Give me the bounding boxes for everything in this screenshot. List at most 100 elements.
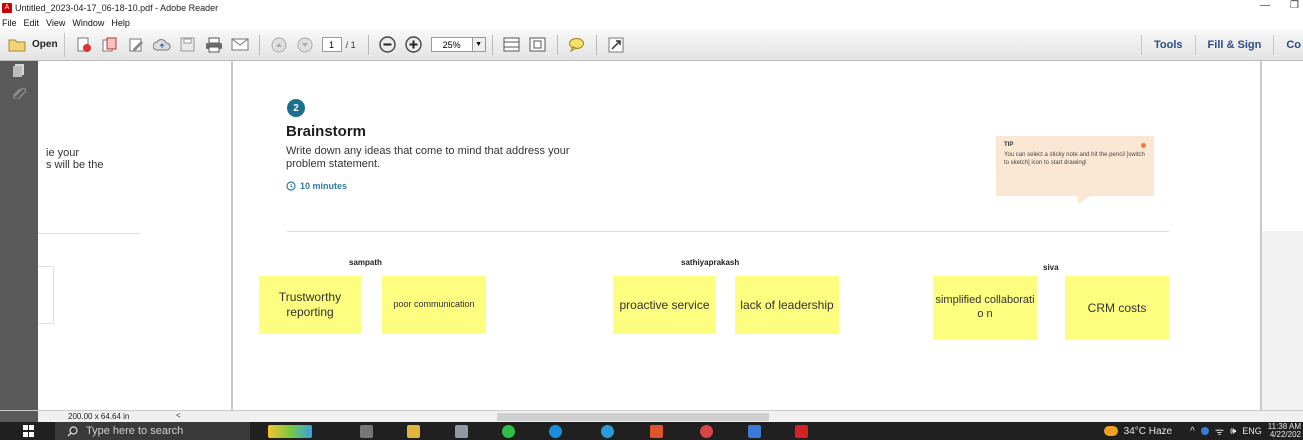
tab-comment[interactable]: Co (1273, 35, 1303, 55)
page-number-input[interactable]: 1 (321, 37, 342, 52)
open-button[interactable]: Open (2, 32, 65, 57)
task-view-icon[interactable] (360, 425, 373, 438)
next-page-icon[interactable] (295, 35, 315, 55)
sticky-note[interactable]: simplified collaboratio n (933, 276, 1037, 340)
participant-name: sathiyaprakash (681, 258, 740, 267)
toolbar-separator (595, 34, 597, 55)
menu-window[interactable]: Window (72, 18, 104, 28)
comment-icon[interactable] (567, 35, 587, 55)
language-indicator[interactable]: ENG (1242, 426, 1262, 436)
menu-help[interactable]: Help (111, 18, 130, 28)
file-explorer-icon[interactable] (407, 425, 420, 438)
print-icon[interactable] (204, 35, 224, 55)
zoom-dropdown-button[interactable]: ▼ (472, 37, 486, 52)
toolbar-separator (491, 34, 493, 55)
sticky-note[interactable]: poor communication (382, 276, 486, 334)
timer-label: 10 minutes (300, 181, 348, 191)
adobe-reader-icon: A (2, 3, 12, 13)
timer: 10 minutes (286, 181, 347, 191)
search-icon (67, 425, 78, 436)
restore-button[interactable]: ❐ (1290, 0, 1299, 11)
expand-icon[interactable] (606, 35, 626, 55)
tip-title: TIP (1004, 142, 1014, 148)
page-size-label: 200.00 x 64.64 in (68, 412, 130, 421)
whatsapp-icon[interactable] (502, 425, 515, 438)
edge-icon[interactable] (549, 425, 562, 438)
weather-label[interactable]: 34°C Haze (1124, 426, 1172, 437)
combine-files-icon[interactable] (100, 35, 120, 55)
create-pdf-icon[interactable] (74, 35, 94, 55)
previous-page-icon[interactable] (269, 35, 289, 55)
pin-icon (1141, 143, 1146, 148)
page-thumbnails-icon[interactable] (12, 63, 26, 77)
telegram-icon[interactable] (601, 425, 614, 438)
divider (38, 233, 140, 234)
status-bar: 200.00 x 64.64 in < (0, 410, 1303, 423)
chevron-down-icon: ▼ (475, 41, 483, 48)
section-title: Brainstorm (286, 123, 367, 140)
zoom-in-icon[interactable] (404, 35, 424, 55)
adobe-reader-taskbar-icon[interactable] (795, 425, 808, 438)
toolbar-separator (367, 34, 369, 55)
minimize-button[interactable]: — (1260, 0, 1270, 11)
tip-text: You can select a sticky note and hit the… (1004, 152, 1145, 166)
page-total: / 1 (345, 39, 356, 50)
section-description: Write down any ideas that come to mind t… (286, 145, 570, 170)
divider (287, 231, 1169, 232)
tip-tail (1078, 196, 1090, 204)
windows-start-icon[interactable] (23, 425, 35, 437)
search-placeholder: Type here to search (86, 425, 184, 437)
sticky-note[interactable]: CRM costs (1065, 276, 1169, 340)
cut-text-line: s will be the (46, 159, 104, 171)
menu-bar: File Edit View Window Help (0, 16, 1303, 29)
windows-taskbar: Type here to search 34°C Haze ^ ᯤ 🕪 ENG … (0, 422, 1303, 440)
chevron-up-icon[interactable]: ^ (1190, 426, 1195, 437)
left-page-fragment: ie your s will be the (38, 61, 233, 410)
clock-icon (286, 181, 296, 191)
email-icon[interactable] (230, 35, 250, 55)
clock[interactable]: 11:38 AM 4/22/202 (1268, 423, 1301, 439)
system-tray: 34°C Haze ^ ᯤ 🕪 ENG 11:38 AM 4/22/202 (1103, 422, 1303, 440)
save-icon[interactable] (178, 35, 198, 55)
participant-name: sampath (349, 258, 382, 267)
sticky-note[interactable]: Trustworthy reporting (259, 276, 361, 334)
document-page: 2 Brainstorm Write down any ideas that c… (235, 61, 1260, 410)
window-title: Untitled_2023-04-17_06-18-10.pdf - Adobe… (15, 3, 219, 13)
network-icon[interactable] (1200, 427, 1209, 435)
menu-view[interactable]: View (46, 18, 65, 28)
taskbar-search[interactable]: Type here to search (55, 422, 250, 440)
sticky-note[interactable]: lack of leadership (735, 276, 839, 334)
open-label: Open (32, 39, 58, 50)
horizontal-scrollbar-thumb[interactable] (497, 413, 769, 421)
frame-edge (38, 266, 54, 324)
fit-page-icon[interactable] (528, 35, 548, 55)
brave-icon[interactable] (650, 425, 663, 438)
fit-width-icon[interactable] (502, 35, 522, 55)
volume-icon[interactable]: 🕪 (1230, 426, 1236, 437)
edit-pdf-icon[interactable] (126, 35, 146, 55)
menu-edit[interactable]: Edit (24, 18, 40, 28)
zoom-out-icon[interactable] (378, 35, 398, 55)
participant-name: siva (1043, 263, 1059, 272)
title-bar: A Untitled_2023-04-17_06-18-10.pdf - Ado… (0, 0, 1303, 16)
step-badge: 2 (287, 99, 305, 117)
tab-fill-sign[interactable]: Fill & Sign (1194, 35, 1274, 55)
toolbar-separator (556, 34, 558, 55)
folder-icon (8, 39, 26, 51)
widgets-icon[interactable] (268, 425, 312, 438)
scroll-left-button[interactable]: < (176, 411, 181, 420)
tip-note: TIP You can select a sticky note and hit… (996, 136, 1154, 204)
chrome-icon[interactable] (700, 425, 713, 438)
zoom-level-input[interactable]: 25% (430, 37, 473, 52)
store-icon[interactable] (748, 425, 761, 438)
clock-date: 4/22/202 (1269, 430, 1301, 439)
camera-icon[interactable] (455, 425, 468, 438)
toolbar: Open 1 / 1 25% ▼ Tools Fill & Sign Co (0, 29, 1303, 61)
menu-file[interactable]: File (2, 18, 17, 28)
cloud-upload-icon[interactable] (152, 35, 172, 55)
tab-tools[interactable]: Tools (1141, 35, 1195, 55)
navigation-pane (0, 61, 38, 410)
attachments-icon[interactable] (12, 85, 27, 100)
sticky-note[interactable]: proactive service (613, 276, 716, 334)
wifi-icon[interactable]: ᯤ (1215, 424, 1224, 438)
